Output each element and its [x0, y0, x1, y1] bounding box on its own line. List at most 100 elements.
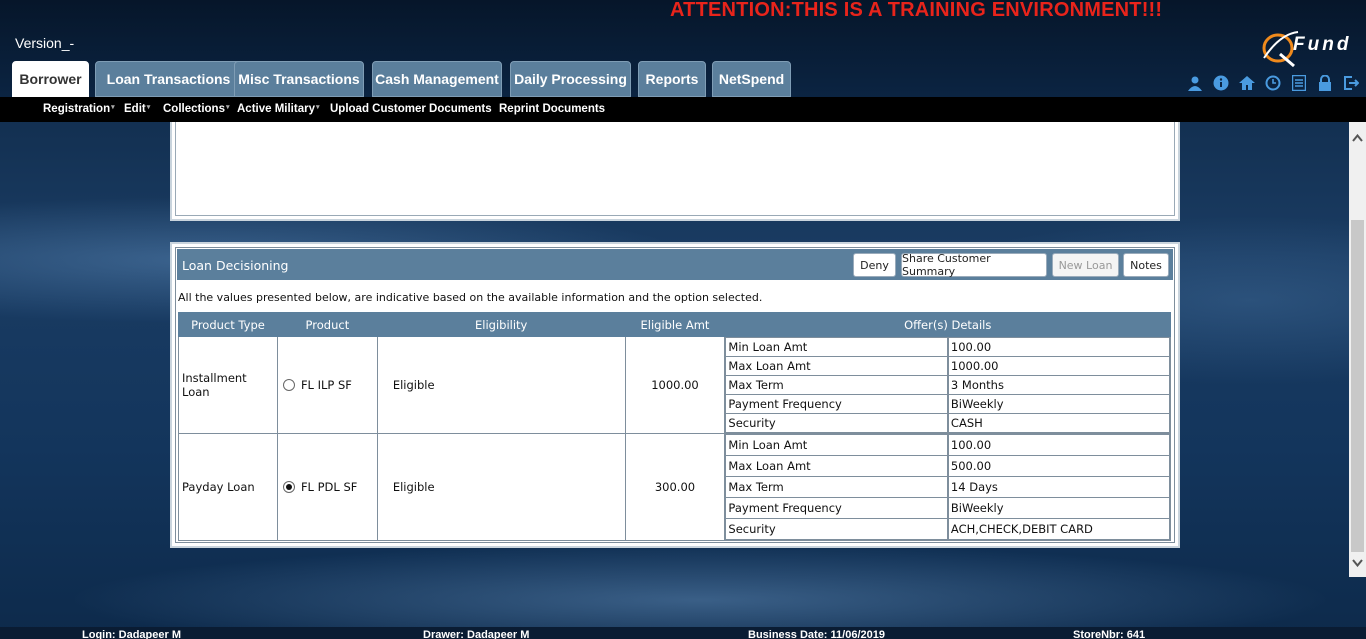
loan-decisioning-frame: Loan Decisioning Deny Share Customer Sum…	[175, 247, 1175, 543]
offer-details-table: Min Loan Amt 100.00 Max Loan Amt 500.00 Ma…	[725, 434, 1170, 540]
table-row: Installment Loan FL ILP SF Eligible 1000…	[178, 336, 1171, 434]
caret-down-icon: ▾	[225, 104, 230, 111]
product-label: FL PDL SF	[300, 480, 358, 494]
tab-loan-transactions[interactable]: Loan Transactions	[95, 61, 242, 97]
product-label: FL ILP SF	[300, 378, 352, 392]
submenu-active-military[interactable]: Active Military▾	[237, 103, 320, 115]
footer-business-date: Business Date: 11/06/2019	[748, 629, 885, 639]
submenu-collections[interactable]: Collections▾	[163, 103, 230, 115]
home-icon[interactable]	[1238, 74, 1256, 92]
product-cell: FL PDL SF	[276, 433, 378, 541]
caret-down-icon: ▾	[315, 104, 320, 111]
header-icon-bar	[1186, 74, 1360, 92]
logout-icon[interactable]	[1342, 74, 1360, 92]
loan-decisioning-header: Loan Decisioning Deny Share Customer Sum…	[177, 249, 1173, 280]
tab-daily-processing[interactable]: Daily Processing	[510, 61, 631, 97]
col-offer-details: Offer(s) Details	[724, 312, 1171, 337]
tab-misc-transactions[interactable]: Misc Transactions	[234, 61, 364, 97]
offer-row: Min Loan Amt 100.00	[725, 337, 1170, 357]
col-eligibility: Eligibility	[376, 312, 626, 337]
offer-label: Max Term	[725, 375, 949, 395]
tab-reports[interactable]: Reports	[638, 61, 706, 97]
scroll-down-icon[interactable]	[1352, 557, 1363, 570]
loan-decisioning-title: Loan Decisioning	[182, 258, 289, 273]
product-type-cell: Installment Loan	[178, 336, 278, 434]
offer-row: Max Loan Amt 1000.00	[725, 356, 1170, 376]
offer-value: 3 Months	[946, 375, 1170, 395]
share-customer-summary-button[interactable]: Share Customer Summary	[901, 252, 1047, 278]
lock-icon[interactable]	[1316, 74, 1334, 92]
caret-down-icon: ▾	[146, 104, 151, 111]
tab-cash-management[interactable]: Cash Management	[372, 61, 502, 97]
offer-value: ACH,CHECK,DEBIT CARD	[946, 518, 1170, 540]
deny-button[interactable]: Deny	[853, 253, 896, 277]
loan-decision-table: Product Type Product Eligibility Eligibl…	[178, 312, 1171, 541]
offer-label: Security	[725, 413, 949, 433]
col-product-type: Product Type	[178, 312, 278, 337]
new-loan-button[interactable]: New Loan	[1052, 253, 1119, 277]
page-scrollbar[interactable]	[1349, 122, 1366, 577]
offer-label: Max Term	[725, 476, 949, 498]
offer-label: Security	[725, 518, 949, 540]
submenu-edit-label: Edit	[124, 103, 146, 115]
submenu-upload-customer-documents[interactable]: Upload Customer Documents	[330, 103, 492, 115]
offer-row: Max Term 3 Months	[725, 375, 1170, 395]
notes-button[interactable]: Notes	[1123, 253, 1169, 277]
indicative-note: All the values presented below, are indi…	[178, 291, 763, 304]
product-type-cell: Payday Loan	[178, 433, 278, 541]
offer-row: Payment Frequency BiWeekly	[725, 497, 1170, 519]
offer-row: Payment Frequency BiWeekly	[725, 394, 1170, 414]
offer-details-cell: Min Loan Amt 100.00 Max Loan Amt 500.00 Ma…	[724, 433, 1171, 541]
offer-value: 100.00	[946, 337, 1170, 357]
offer-label: Max Loan Amt	[725, 455, 949, 477]
borrower-submenu: Registration▾ Edit▾ Collections▾ Active …	[0, 97, 1366, 122]
scroll-thumb[interactable]	[1351, 220, 1364, 552]
list-icon[interactable]	[1290, 74, 1308, 92]
offer-value: 100.00	[946, 434, 1170, 456]
eligibility-cell: Eligible	[376, 433, 626, 541]
offer-value: 1000.00	[946, 356, 1170, 376]
tab-netspend[interactable]: NetSpend	[712, 61, 791, 97]
footer-login: Login: Dadapeer M	[82, 629, 182, 639]
qfund-logo: Fund	[1260, 28, 1360, 70]
offer-details-table: Min Loan Amt 100.00 Max Loan Amt 1000.00 M…	[725, 337, 1170, 433]
offer-label: Max Loan Amt	[725, 356, 949, 376]
submenu-reprint-documents[interactable]: Reprint Documents	[499, 103, 605, 115]
submenu-active-military-label: Active Military	[237, 103, 315, 115]
product-cell: FL ILP SF	[276, 336, 378, 434]
caret-down-icon: ▾	[111, 104, 115, 111]
offer-label: Payment Frequency	[725, 394, 949, 414]
logo-text: Fund	[1293, 34, 1352, 55]
user-icon[interactable]	[1186, 74, 1204, 92]
product-radio-pdl[interactable]	[282, 481, 295, 493]
eligible-amt-cell: 300.00	[624, 433, 726, 541]
eligibility-cell: Eligible	[376, 336, 626, 434]
col-product: Product	[276, 312, 378, 337]
app-header: ATTENTION:THIS IS A TRAINING ENVIRONMENT…	[0, 0, 1366, 97]
version-label: Version_-	[15, 35, 75, 51]
offer-value: BiWeekly	[946, 497, 1170, 519]
tab-borrower[interactable]: Borrower	[12, 61, 89, 97]
offer-value: 14 Days	[946, 476, 1170, 498]
footer-drawer: Drawer: Dadapeer M	[423, 629, 530, 639]
offer-value: CASH	[946, 413, 1170, 433]
offer-row: Min Loan Amt 100.00	[725, 434, 1170, 456]
previous-panel	[170, 122, 1180, 221]
scroll-up-icon[interactable]	[1352, 132, 1363, 145]
previous-panel-frame	[175, 122, 1175, 216]
table-row: Payday Loan FL PDL SF Eligible 300.00 Mi…	[178, 433, 1171, 541]
offer-value: 500.00	[946, 455, 1170, 477]
info-icon[interactable]	[1212, 74, 1230, 92]
offer-label: Min Loan Amt	[725, 434, 949, 456]
offer-value: BiWeekly	[946, 394, 1170, 414]
clock-icon[interactable]	[1264, 74, 1282, 92]
offer-label: Min Loan Amt	[725, 337, 949, 357]
offer-row: Max Loan Amt 500.00	[725, 455, 1170, 477]
product-radio-ilp[interactable]	[282, 379, 295, 391]
submenu-edit[interactable]: Edit▾	[124, 103, 150, 115]
submenu-registration[interactable]: Registration▾	[43, 103, 115, 115]
offer-row: Security ACH,CHECK,DEBIT CARD	[725, 518, 1170, 540]
offer-label: Payment Frequency	[725, 497, 949, 519]
submenu-collections-label: Collections	[163, 103, 225, 115]
col-eligible-amt: Eligible Amt	[624, 312, 726, 337]
